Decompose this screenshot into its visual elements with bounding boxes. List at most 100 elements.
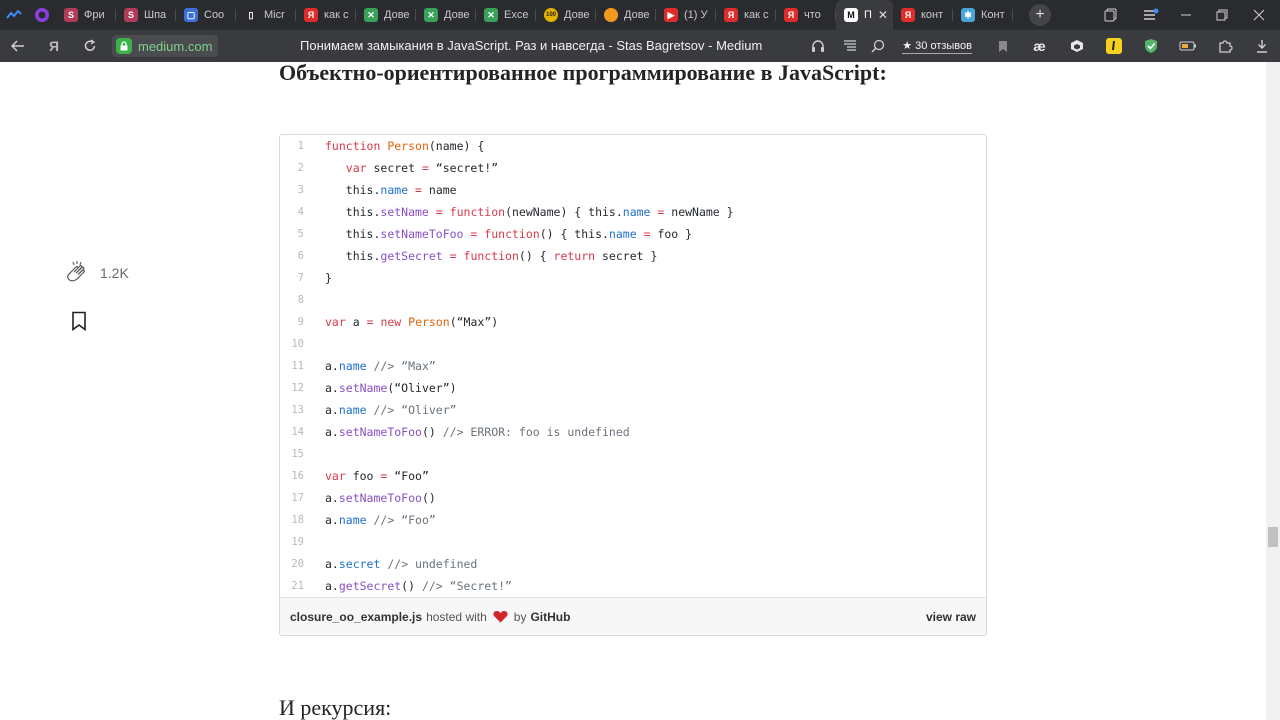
code-line: 9 var a = new Person(“Max”) [280,311,986,333]
translate-icon[interactable] [864,30,892,62]
code-line: 13 a.name //> “Oliver” [280,399,986,421]
next-section-heading: И рекурсия: [279,695,392,720]
reviews-link[interactable]: ★ 30 отзывов [902,39,972,54]
line-number: 11 [291,360,304,372]
tab-manager-icon[interactable] [1104,0,1118,30]
excel-icon: ✕ [364,8,378,22]
gist-filename-link[interactable]: closure_oo_example.js [290,610,422,624]
browser-tab[interactable]: Якак с [716,0,776,30]
browser-tab[interactable]: Ячто [776,0,836,30]
browser-tab[interactable]: ▶ (1) У [656,0,716,30]
reader-mode-icon[interactable] [836,30,864,62]
menu-icon[interactable] [1143,0,1159,30]
bookmark-page-icon[interactable] [984,30,1021,62]
download-icon[interactable] [1243,30,1280,62]
back-button[interactable] [0,30,36,62]
browser-tab[interactable]: Яконт [893,0,953,30]
browser-tab[interactable]: ✕ Дове [416,0,476,30]
code-line: 6 this.getSecret = function() { return s… [280,245,986,267]
section-heading: Объектно-ориентированное программировани… [279,62,887,85]
save-bookmark-icon[interactable] [71,311,87,336]
code-line: 16 var foo = “Foo” [280,465,986,487]
code-text: this.setName = function(newName) { this.… [325,205,734,219]
line-number: 12 [291,382,304,394]
browser-tab[interactable]: S Фри [56,0,116,30]
line-number: 9 [297,316,304,328]
new-tab-button[interactable]: + [1029,4,1051,26]
yandex-home-icon[interactable]: Я [36,30,72,62]
code-text: a.secret //> undefined [325,557,478,571]
tab-title: как с [324,9,349,21]
code-line: 7} [280,267,986,289]
browser-tab-bar: S Фри S Шпа ▢ Соо ▯ Micr Якак с ✕ Дове ✕ Дове ✕ Exce 10… [0,0,1280,30]
code-text: a.name //> “Oliver” [325,403,457,417]
maximize-icon[interactable] [1216,0,1228,30]
minimize-icon[interactable] [1180,0,1192,30]
code-line: 4 this.setName = function(newName) { thi… [280,201,986,223]
ae-extension-icon[interactable]: æ [1021,30,1058,62]
line-number: 2 [297,162,304,174]
code-text: a.name //> “Foo” [325,513,436,527]
browser-tab[interactable]: ✕ Дове [356,0,416,30]
line-number: 16 [291,470,304,482]
browser-tab[interactable]: Дове [596,0,656,30]
code-line: 1 function Person(name) { [280,135,986,157]
clap-icon[interactable] [64,259,92,287]
lingualeo-icon[interactable] [1095,30,1132,62]
tab-title: Micr [264,9,285,21]
close-window-icon[interactable] [1253,0,1265,30]
line-number: 18 [291,514,304,526]
clap-count: 1.2K [100,265,129,281]
browser-tab[interactable]: Якак с [296,0,356,30]
extension-cube-icon[interactable] [1058,30,1095,62]
code-text: a.setNameToFoo() //> ERROR: foo is undef… [325,425,630,439]
tab-title: Шпа [144,9,167,21]
url-field[interactable]: medium.com [112,35,219,57]
excel-icon: ✕ [484,8,498,22]
code-gist-embed: 1 function Person(name) {2 var secret = “… [279,134,987,636]
browser-tab[interactable]: 100 Дове [536,0,596,30]
headphones-icon[interactable] [799,30,836,62]
reload-icon[interactable] [72,30,108,62]
clap-button[interactable]: 1.2K [64,259,129,287]
code-line: 14 a.setNameToFoo() //> ERROR: foo is und… [280,421,986,443]
line-number: 7 [297,272,304,284]
extensions-icon[interactable] [1206,30,1243,62]
pdf-icon: S [124,8,138,22]
yandex-icon: Я [304,8,318,22]
code-line: 19 [280,531,986,553]
tab-title: Дове [384,9,410,21]
view-raw-link[interactable]: view raw [926,610,976,624]
heart-icon [493,610,508,623]
url-domain[interactable]: medium.com [138,39,212,54]
browser-tab[interactable]: ✕ Exce [476,0,536,30]
line-number: 3 [297,184,304,196]
code-line: 3 this.name = name [280,179,986,201]
browser-tab[interactable]: ▯ Micr [236,0,296,30]
battery-icon[interactable] [1169,30,1206,62]
tab-title: как с [744,9,769,21]
browser-tab[interactable]: ▢ Соо [176,0,236,30]
chat-icon: ▢ [184,8,198,22]
scrollbar-thumb[interactable] [1268,527,1278,547]
tab-title: Дове [444,9,470,21]
line-number: 15 [291,448,304,460]
tab-title: Exce [504,9,529,21]
browser-tab[interactable]: S Шпа [116,0,176,30]
github-link[interactable]: GitHub [530,610,570,624]
browser-tab[interactable]: ✱ Конт [953,0,1013,30]
adguard-icon[interactable] [1132,30,1169,62]
yandex-icon: Я [901,8,915,22]
code-line: 20 a.secret //> undefined [280,553,986,575]
lock-icon[interactable] [116,38,132,54]
code-text: a.getSecret() //> “Secret!” [325,579,512,593]
tab-actions-icon[interactable] [0,0,28,30]
line-number: 4 [297,206,304,218]
circle-icon [604,8,618,22]
close-tab-icon[interactable]: ✕ [878,8,888,22]
line-number: 21 [291,580,304,592]
scrollbar[interactable] [1266,62,1280,720]
alice-icon[interactable] [28,0,56,30]
browser-tab[interactable]: M П ✕ [836,0,893,30]
cent-icon: 100 [544,8,558,22]
